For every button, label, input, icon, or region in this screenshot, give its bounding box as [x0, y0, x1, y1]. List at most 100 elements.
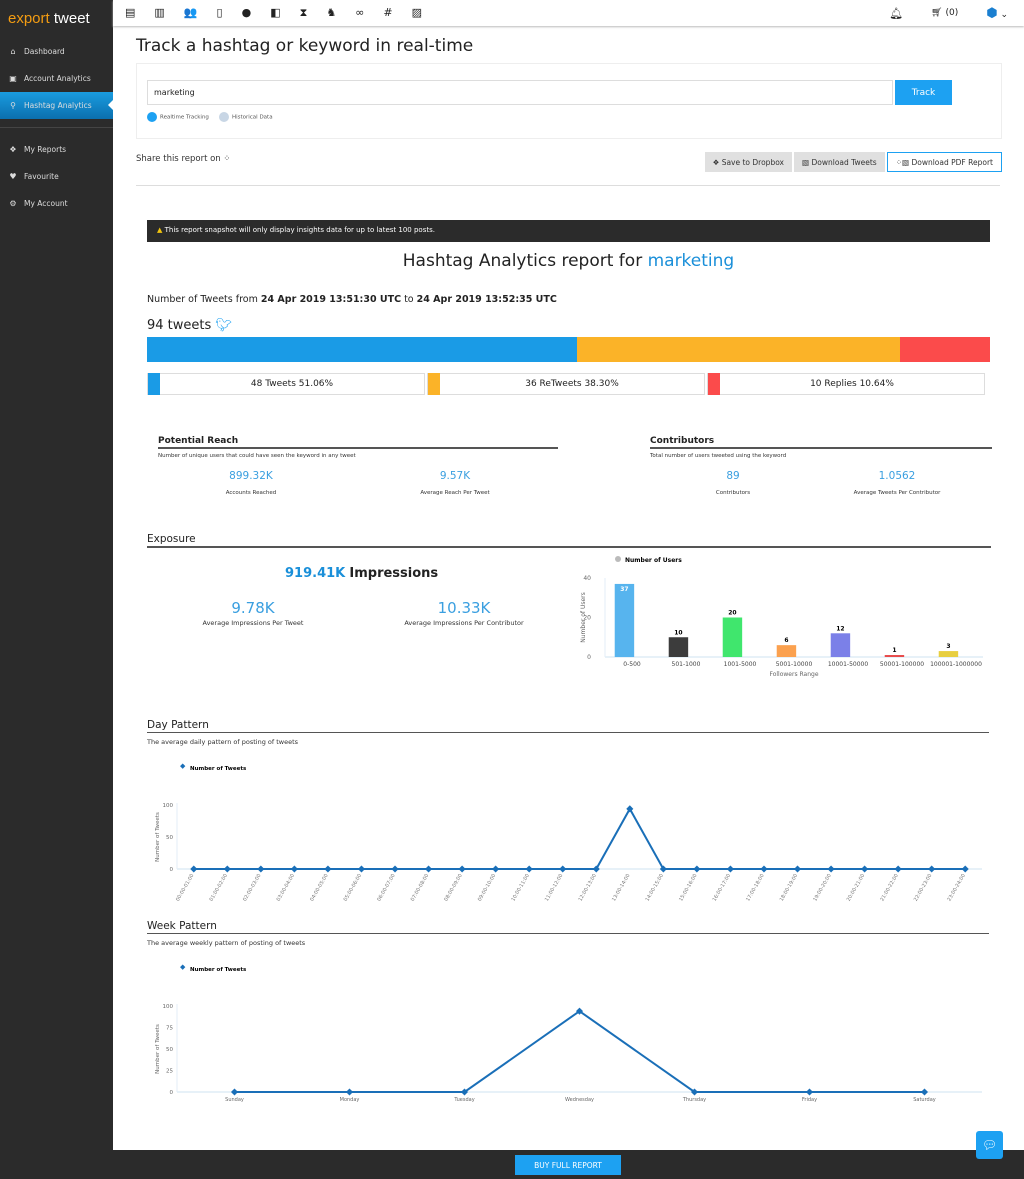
x-tick-label: 1001-5000 [724, 661, 757, 668]
user-menu[interactable]: ⬢ ⌄ [986, 6, 1008, 21]
buy-full-report-button[interactable]: BUY FULL REPORT [515, 1155, 621, 1175]
reach-subtitle: Number of unique users that could have s… [158, 453, 356, 459]
data-point [894, 865, 902, 873]
check-icon [147, 112, 157, 122]
x-tick-label: Wednesday [565, 1097, 594, 1103]
y-tick-label: 100 [163, 803, 174, 809]
translate-icon[interactable]: ◧ [270, 6, 280, 20]
notice-banner: ▲ This report snapshot will only display… [147, 220, 990, 242]
download-tweets-button[interactable]: ▧ Download Tweets [794, 152, 885, 172]
search-icon: ⚲ [10, 101, 16, 110]
download-pdf-button[interactable]: ⁘▧ Download PDF Report [886, 152, 1002, 172]
logo[interactable]: export tweet [0, 0, 113, 38]
hourglass-icon[interactable]: ⧗ [300, 6, 308, 20]
x-tick-label: 50001-100000 [880, 661, 924, 668]
legend-replies: 10 Replies 10.64% [707, 373, 985, 395]
sidebar-item-my-account[interactable]: ⚙ My Account [0, 190, 113, 217]
data-point [391, 865, 399, 873]
x-tick-label: 11:00-12:00 [544, 873, 565, 903]
data-point [793, 865, 802, 873]
bar [722, 617, 743, 657]
hashtag-icon[interactable]: # [383, 6, 392, 20]
week-subtitle: The average weekly pattern of posting of… [147, 939, 306, 947]
sidebar-item-favourite[interactable]: ♥ Favourite [0, 163, 113, 190]
chevron-down-icon: ⌄ [1000, 9, 1008, 20]
x-tick-label: 09:00-10:00 [477, 873, 498, 903]
legend-tweets: 48 Tweets 51.06% [147, 373, 425, 395]
image-icon[interactable]: ▨ [412, 6, 422, 20]
x-tick-label: 14:00-15:00 [645, 873, 666, 903]
sidebar-item-account-analytics[interactable]: ▣ Account Analytics [0, 65, 113, 92]
top-bar: ▤ ▥ 👥 ▯ ● ◧ ⧗ ♞ ∞ # ▨ 🔔︎ 🛒︎ (0) ⬢ ⌄ [113, 0, 1024, 26]
cart-button[interactable]: 🛒︎ (0) [931, 8, 958, 18]
x-tick-label: 08:00-09:00 [443, 873, 464, 903]
x-tick-label: 10:00-11:00 [510, 873, 531, 903]
data-label: 3 [946, 643, 950, 650]
legend-marker: ◆ [180, 762, 186, 770]
save-dropbox-button[interactable]: ❖ Save to Dropbox [704, 152, 792, 172]
gear-icon: ⚙ [9, 199, 17, 208]
tweet-total: 94 tweets 🐦︎ [147, 318, 232, 333]
y-tick-label: 100 [163, 1004, 174, 1010]
data-label: 20 [728, 610, 736, 617]
x-tick-label: 02:00-03:00 [242, 873, 263, 903]
sidebar-item-my-reports[interactable]: ❖ My Reports [0, 136, 113, 163]
data-point [345, 1088, 354, 1096]
bird-icon[interactable]: ♞ [326, 6, 336, 20]
x-tick-label: 16:00-17:00 [712, 873, 733, 903]
bar [884, 655, 905, 657]
x-tick-label: 100001-1000000 [930, 661, 982, 668]
data-point [223, 865, 231, 873]
track-form: marketing Track Realtime Tracking Histor… [136, 63, 1002, 139]
tablet-icon[interactable]: ▯ [217, 6, 223, 20]
bar-chart-icon[interactable]: ▥ [154, 6, 164, 20]
file-icon: ▧ [802, 157, 812, 167]
followers-bar-chart: Number of Users 0 20 40 Number of Users 37 0-5… [580, 556, 983, 678]
y-axis-label: Number of Tweets [155, 812, 161, 862]
bell-icon[interactable]: 🔔︎ [889, 7, 903, 20]
series-line [234, 1009, 925, 1093]
legend-retweets: 36 ReTweets 38.30% [427, 373, 705, 395]
x-tick-label: 23:00-24:00 [946, 873, 967, 903]
bar [668, 637, 689, 657]
sidebar-item-hashtag-analytics[interactable]: ⚲ Hashtag Analytics [0, 92, 113, 119]
x-tick-label: 0-500 [623, 661, 641, 668]
cart-icon: 🛒︎ [931, 8, 943, 18]
twitter-icon: 🐦︎ [215, 318, 232, 333]
sidebar-item-dashboard[interactable]: ⌂ Dashboard [0, 38, 113, 65]
legend-marker [615, 556, 621, 562]
data-point [861, 865, 869, 873]
data-label: 6 [784, 637, 788, 644]
bar [830, 633, 851, 657]
link-icon[interactable]: ∞ [355, 6, 364, 20]
week-pattern-chart: Number of Tweets ◆ 0 25 50 75 100 Number of Twe… [155, 963, 982, 1103]
reports-icon: ❖ [9, 145, 17, 154]
divider [0, 127, 113, 128]
search-input[interactable]: marketing [147, 80, 893, 105]
y-axis-label: Number of Users [580, 592, 587, 643]
x-tick-label: 21:00-22:00 [879, 873, 900, 903]
day-pattern-chart: Number of Tweets◆050100Number of Tweets0… [155, 762, 982, 903]
realtime-radio[interactable]: Realtime Tracking [147, 112, 209, 122]
globe-icon[interactable]: ● [242, 6, 252, 20]
stat-accounts-reached: 899.32K Accounts Reached [225, 470, 277, 496]
data-point [324, 865, 332, 873]
x-tick-label: 03:00-04:00 [276, 873, 297, 903]
chat-button[interactable]: 💬︎ [976, 1131, 1003, 1159]
x-tick-label: 5001-10000 [776, 661, 813, 668]
y-tick-label: 75 [166, 1026, 173, 1032]
x-tick-label: Sunday [225, 1097, 244, 1103]
track-button[interactable]: Track [895, 80, 952, 105]
data-point [458, 865, 466, 873]
users-icon[interactable]: 👥 [184, 6, 198, 20]
data-label: 37 [620, 586, 628, 593]
data-point [559, 865, 567, 873]
account-icon: ▣ [9, 74, 17, 83]
bar [614, 583, 635, 657]
historical-radio[interactable]: Historical Data [218, 112, 273, 122]
x-tick-label: 04:00-05:00 [309, 873, 330, 903]
data-point [492, 865, 500, 873]
x-tick-label: Friday [802, 1097, 817, 1103]
document-icon[interactable]: ▤ [125, 6, 135, 20]
x-tick-label: Thursday [682, 1097, 706, 1103]
